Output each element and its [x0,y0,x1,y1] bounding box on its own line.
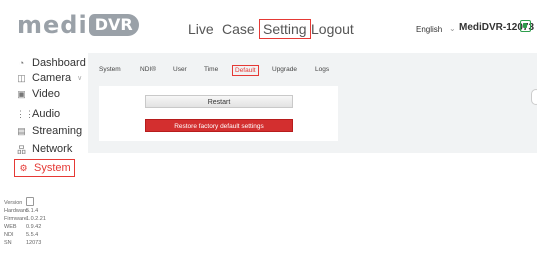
restore-factory-defaults-button[interactable]: Restore factory default settings [145,119,293,132]
version-value: 12073 [26,240,42,246]
camera-icon: ◫ [17,72,26,83]
sidebar-item-audio[interactable]: ⋮⋮ Audio [16,107,60,121]
version-value: 5.5.4 [26,232,39,238]
version-key: SN [4,240,12,246]
sidebar-item-system[interactable]: ⚙ System [14,159,75,177]
sidebar-item-label: Video [32,88,60,100]
version-value: 5.1.4 [26,208,39,214]
collapse-handle[interactable] [531,89,537,105]
language-select[interactable]: English [416,25,442,34]
tab-logs[interactable]: Logs [315,66,329,73]
sidebar-item-video[interactable]: ▣ Video [16,87,60,101]
audio-icon: ⋮⋮ [16,108,34,119]
version-key: WEB [4,224,17,230]
sidebar-item-label: Streaming [32,125,83,137]
sidebar-item-streaming[interactable]: ▤ Streaming ∨ [16,124,93,138]
network-icon: 品 [16,144,26,155]
chevron-down-icon[interactable]: ⌄ [449,24,456,33]
tab-upgrade[interactable]: Upgrade [272,66,297,73]
logo-medi-text: medi [17,11,88,39]
streaming-icon: ▤ [17,125,26,136]
tab-user[interactable]: User [173,66,187,73]
tab-time[interactable]: Time [204,66,218,73]
version-key: Firmware [4,216,27,222]
version-value: 0.9.42 [26,224,42,230]
sidebar-item-label: Dashboard [32,57,86,69]
sidebar-item-camera[interactable]: ◫ Camera ∨ [16,71,82,85]
device-status-icon [520,20,531,32]
version-value: 1.0.2.21 [26,216,46,222]
version-label: Version [4,200,23,206]
sidebar-item-label: Audio [32,108,61,120]
sidebar-item-network[interactable]: 品 Network [16,142,72,156]
app-logo: medi DVR [17,13,139,37]
version-info: Version Hardware 5.1.4 Firmware 1.0.2.21 W… [4,199,46,247]
version-key: Hardware [4,208,28,214]
nav-live[interactable]: Live [188,21,214,37]
video-icon: ▣ [17,88,26,99]
top-header: medi DVR Live Case Setting Logout Englis… [0,0,537,46]
tab-ndi[interactable]: NDI® [140,66,156,73]
sidebar-item-label: System [34,162,71,174]
sidebar-item-label: Camera [32,72,72,84]
sidebar-item-dashboard[interactable]: ◔ Dashboard [16,56,86,70]
version-key: NDI [4,232,14,238]
sidebar-item-label: Network [32,143,73,155]
nav-logout[interactable]: Logout [311,21,354,37]
chevron-down-icon: ∨ [77,75,83,82]
system-icon: ⚙ [19,162,28,173]
tab-default[interactable]: Default [232,65,259,76]
dashboard-icon: ◔ [18,58,25,68]
restart-button[interactable]: Restart [145,95,293,108]
tab-system[interactable]: System [99,66,121,73]
copy-icon[interactable] [26,197,34,206]
nav-case[interactable]: Case [222,21,255,37]
nav-setting[interactable]: Setting [259,19,311,39]
logo-dvr-badge: DVR [88,14,139,36]
